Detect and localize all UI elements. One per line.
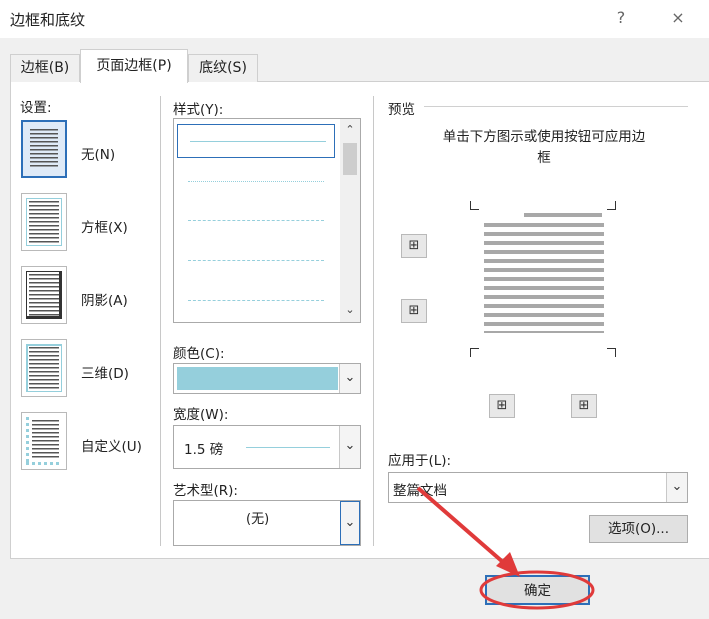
annotation-overlay: [416, 486, 595, 610]
highlight-ring: [479, 570, 595, 610]
arrow-shaft: [416, 486, 514, 572]
tab-page-border[interactable]: 页面边框(P): [80, 49, 188, 83]
